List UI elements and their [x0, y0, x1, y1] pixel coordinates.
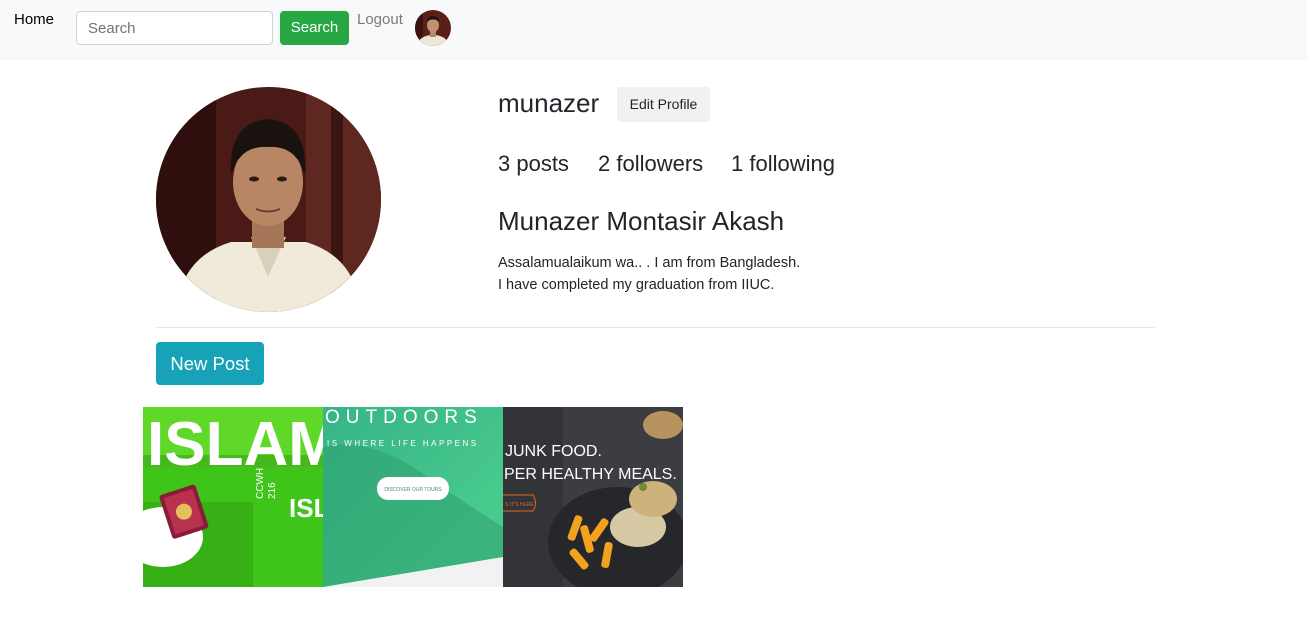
post-thumbnail[interactable]: OUTDOORS IS WHERE LIFE HAPPENS DISCOVER …: [323, 407, 503, 587]
profile-avatar: [156, 87, 381, 312]
divider: [156, 327, 1155, 328]
profile-username: munazer: [498, 88, 600, 118]
edit-profile-button[interactable]: Edit Profile: [617, 87, 710, 122]
post-image-outdoors: OUTDOORS IS WHERE LIFE HAPPENS DISCOVER …: [323, 407, 503, 587]
post-image-food: JUNK FOOD. PER HEALTHY MEALS. S IT'S HER…: [503, 407, 683, 587]
post-outdoors-button: DISCOVER OUR TOURS: [384, 487, 442, 493]
post-food-line1: JUNK FOOD.: [505, 443, 602, 460]
post-thumbnail[interactable]: ISLAM CCWH 216 ISLA: [143, 407, 323, 587]
stat-following[interactable]: 1 following: [731, 151, 835, 177]
post-islam-subtitle: ISLA: [289, 493, 323, 523]
post-islam-number: 216: [267, 482, 278, 499]
post-thumbnail[interactable]: JUNK FOOD. PER HEALTHY MEALS. S IT'S HER…: [503, 407, 683, 587]
profile-photo: [156, 87, 381, 312]
new-post-button[interactable]: New Post: [156, 342, 264, 385]
stat-posts: 3 posts: [498, 151, 569, 176]
nav-avatar[interactable]: [415, 10, 451, 46]
profile-bio: Assalamualaikum wa.. . I am from Banglad…: [498, 252, 800, 296]
search-input[interactable]: [76, 11, 273, 45]
post-islam-code: CCWH: [255, 468, 266, 499]
post-outdoors-title: OUTDOORS: [325, 407, 483, 428]
search-button[interactable]: Search: [280, 11, 349, 45]
stat-followers[interactable]: 2 followers: [598, 151, 703, 177]
bio-line: I have completed my graduation from IIUC…: [498, 277, 775, 293]
navbar: Home Search Logout: [0, 0, 1307, 60]
logout-link[interactable]: Logout: [357, 11, 403, 28]
post-food-line2: PER HEALTHY MEALS.: [504, 466, 677, 483]
post-image-islam: ISLAM CCWH 216 ISLA: [143, 407, 323, 587]
post-outdoors-tagline: IS WHERE LIFE HAPPENS: [327, 439, 479, 448]
avatar-image: [415, 10, 451, 46]
nav-home-link[interactable]: Home: [14, 11, 54, 28]
post-food-button: S IT'S HERE: [505, 502, 534, 508]
profile-full-name: Munazer Montasir Akash: [498, 206, 785, 236]
post-islam-title: ISLAM: [147, 410, 323, 479]
bio-line: Assalamualaikum wa.. . I am from Banglad…: [498, 255, 801, 271]
